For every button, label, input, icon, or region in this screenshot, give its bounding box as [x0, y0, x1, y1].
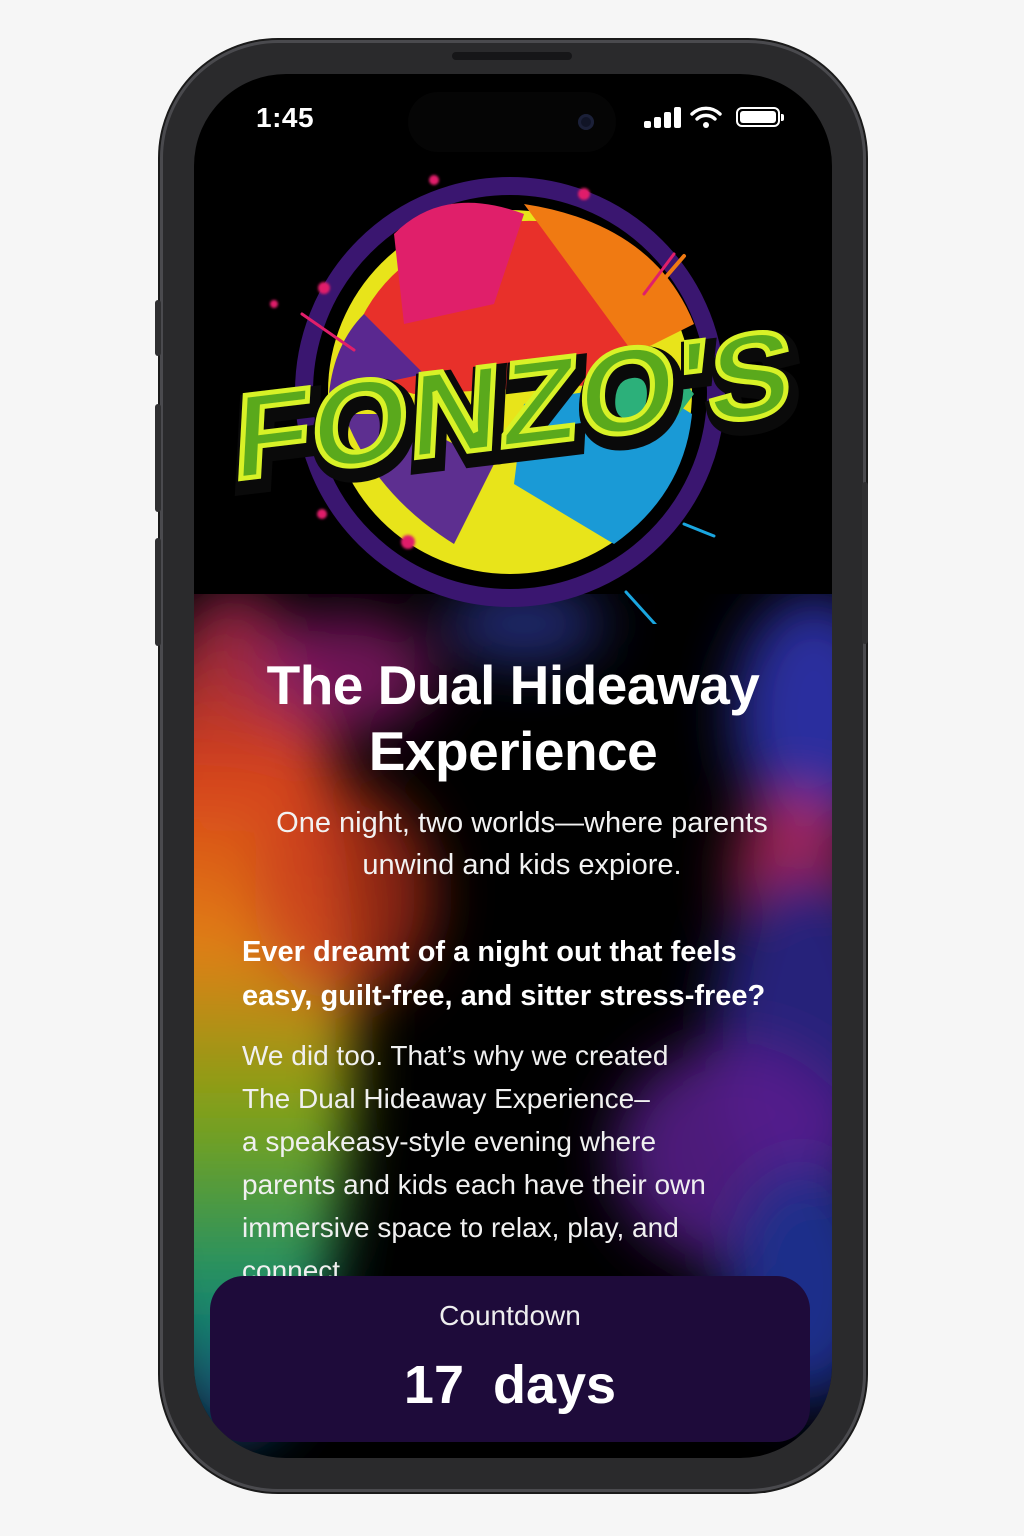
volume-down-button: [155, 538, 161, 646]
countdown-value: 17 days: [210, 1354, 810, 1416]
title-line-2: Experience: [368, 720, 658, 782]
phone-screen: 1:45 FONZO'S FONZO'S The Dual Hideaway E…: [194, 74, 832, 1458]
battery-icon: [736, 107, 784, 127]
question-line-1: Ever dreamt of a night out that feels: [242, 936, 737, 968]
question-line-2: easy, guilt-free, and sitter stress-free…: [242, 980, 766, 1012]
body-line: We did too. That’s why we created: [242, 1040, 669, 1071]
status-icons: [644, 106, 784, 128]
countdown-label: Countdown: [439, 1300, 581, 1331]
body-line: immersive space to relax, play, and: [242, 1212, 679, 1243]
title-line-1: The Dual Hideaway: [266, 654, 760, 716]
dynamic-island: [408, 92, 616, 152]
power-button: [862, 482, 868, 644]
tagline: One night, two worlds—where parents unwi…: [252, 802, 792, 886]
fonzos-logo: FONZO'S FONZO'S: [226, 175, 810, 624]
body-line: a speakeasy-style evening where: [242, 1126, 657, 1157]
earpiece-speaker: [452, 52, 572, 60]
countdown-number: 17: [403, 1355, 464, 1415]
volume-up-button: [155, 404, 161, 512]
wifi-icon: [690, 106, 722, 128]
countdown-card[interactable]: Countdown 17 days: [210, 1276, 810, 1442]
countdown-unit: days: [493, 1355, 617, 1415]
body-line: The Dual Hideaway Experience–: [242, 1083, 650, 1114]
tagline-line-2: unwind and kids expiore.: [362, 849, 682, 881]
page-title: The Dual Hideaway Experience: [194, 652, 832, 784]
tagline-line-1: One night, two worlds—where parents: [276, 807, 768, 839]
intro-question: Ever dreamt of a night out that feels ea…: [242, 930, 822, 1018]
intro-body: We did too. That’s why we created The Du…: [242, 1034, 782, 1292]
front-camera: [578, 114, 594, 130]
action-button: [155, 300, 161, 356]
body-line: parents and kids each have their own: [242, 1169, 706, 1200]
status-time: 1:45: [256, 102, 315, 133]
